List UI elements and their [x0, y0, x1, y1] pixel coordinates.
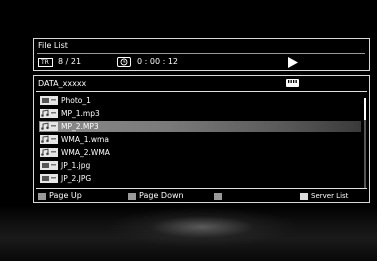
file-row-jp-2[interactable]: JP_2.JPG	[39, 173, 361, 184]
file-row-jp-1[interactable]: JP_1.jpg	[39, 160, 361, 171]
footer-divider	[36, 188, 367, 189]
scrollbar-track[interactable]	[364, 98, 366, 188]
play-icon	[288, 57, 298, 68]
file-row-photo-1[interactable]: Photo_1	[39, 95, 361, 106]
file-name: MP_1.mp3	[61, 109, 100, 118]
track-counter: 8 / 21	[58, 57, 82, 66]
folder-divider	[36, 91, 367, 92]
audio-file-icon	[40, 135, 58, 144]
file-name: JP_2.JPG	[61, 174, 92, 183]
blank-color-key-button[interactable]	[214, 193, 222, 200]
file-name: WMA_1.wma	[61, 135, 109, 144]
audio-file-icon	[40, 148, 58, 157]
header-divider	[37, 53, 365, 54]
server-list-label: Server List	[311, 192, 349, 200]
page-up-label: Page Up	[49, 191, 82, 200]
page-title: File List	[38, 41, 68, 50]
page-up-button[interactable]: Page Up	[38, 191, 98, 201]
track-badge: TR	[38, 58, 53, 67]
background-reflection	[0, 205, 377, 261]
file-row-wma-2[interactable]: WMA_2.WMA	[39, 147, 361, 158]
photo-file-icon	[40, 161, 58, 170]
page-down-label: Page Down	[139, 191, 184, 200]
file-name: JP_1.jpg	[61, 161, 91, 170]
elapsed-time: 0 : 00 : 12	[137, 57, 179, 66]
audio-file-icon	[40, 122, 58, 131]
clock-icon	[117, 57, 131, 67]
folder-name: DATA_xxxxx	[38, 79, 87, 88]
photo-file-icon	[40, 174, 58, 183]
card-icon	[286, 79, 299, 87]
file-name: MP_2.MP3	[61, 122, 99, 131]
audio-file-icon	[40, 109, 58, 118]
file-name: WMA_2.WMA	[61, 148, 110, 157]
file-row-wma-1[interactable]: WMA_1.wma	[39, 134, 361, 145]
page-down-color-key	[128, 193, 136, 200]
photo-file-icon	[40, 96, 58, 105]
file-row-mp-1[interactable]: MP_1.mp3	[39, 108, 361, 119]
file-row-mp-2-selected[interactable]: MP_2.MP3	[39, 121, 361, 132]
scrollbar-thumb[interactable]	[364, 98, 366, 120]
file-list-header-frame	[33, 38, 370, 71]
page-up-color-key	[38, 193, 46, 200]
page-down-button[interactable]: Page Down	[128, 191, 198, 201]
server-list-button[interactable]: Server List	[300, 191, 368, 201]
file-name: Photo_1	[61, 96, 91, 105]
server-list-color-key	[300, 193, 308, 200]
